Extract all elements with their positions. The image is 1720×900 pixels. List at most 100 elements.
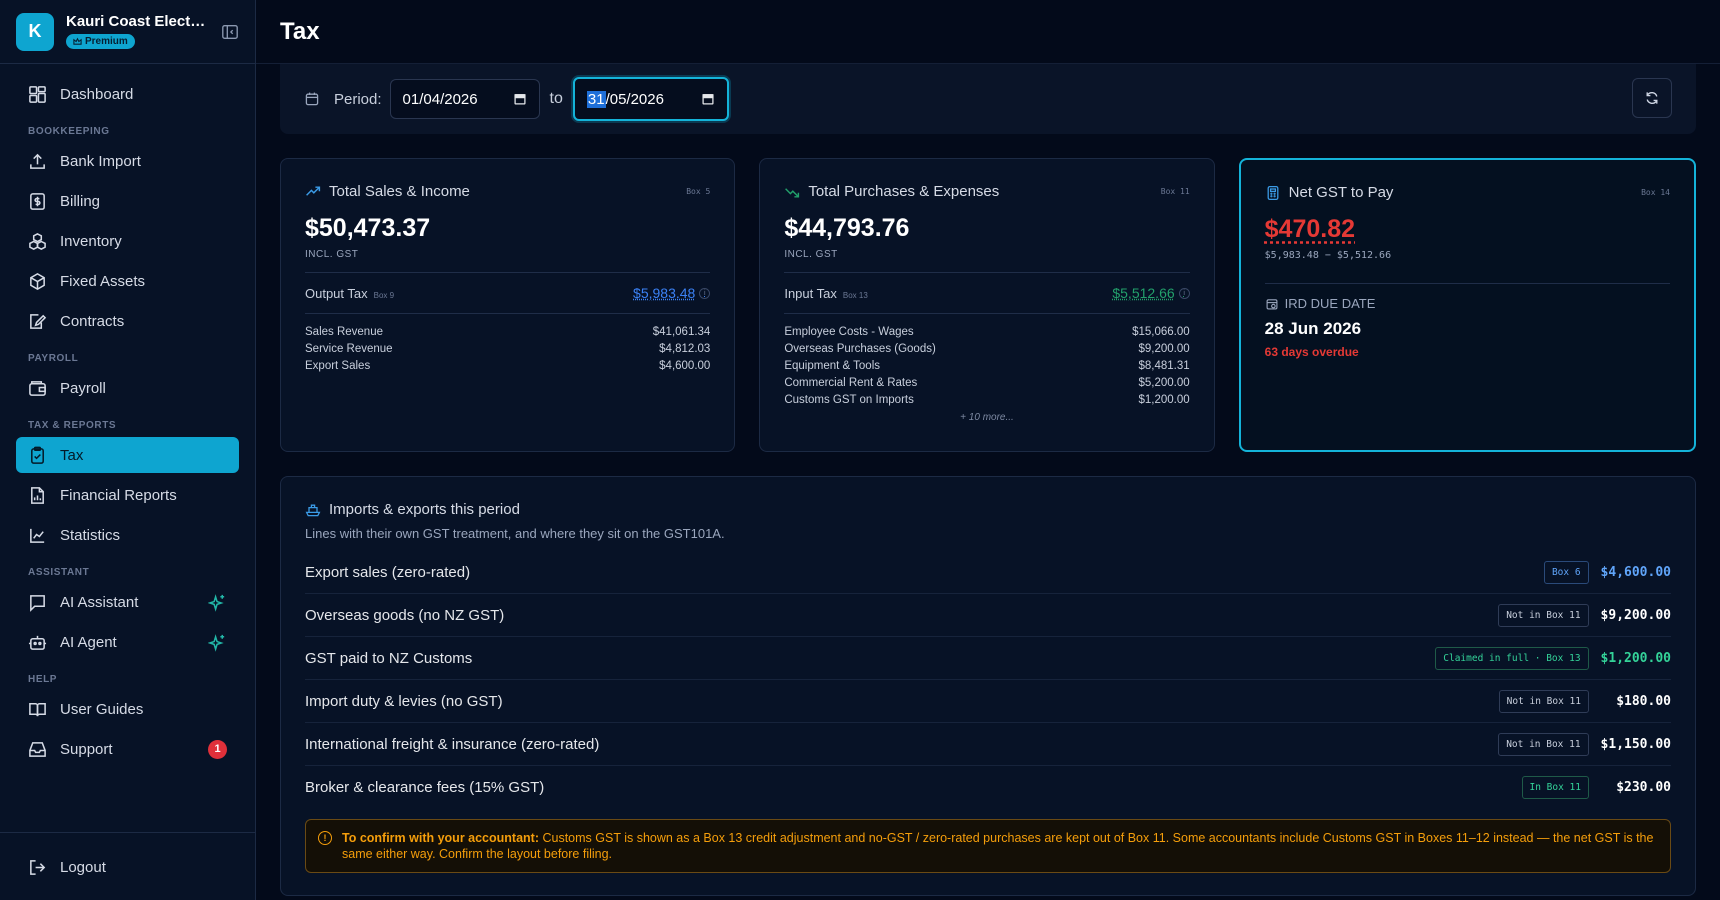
main-content: Tax Period: 01/04/2026 to 31/05/2026 Tot… [256, 0, 1720, 900]
section-payroll: PAYROLL [28, 353, 79, 364]
row-amount: $230.00 [1616, 780, 1671, 795]
selected-day-segment: 31 [586, 90, 606, 108]
line-item: Employee Costs - Wages $15,066.00 [784, 326, 1190, 338]
net-gst-amount[interactable]: $470.82 [1265, 215, 1670, 244]
nav-support[interactable]: Support 1 [16, 731, 239, 767]
input-tax-row: Input Tax Box 13 $5,512.66 i [784, 285, 1190, 301]
nav-fixed-assets[interactable]: Fixed Assets [16, 263, 239, 299]
line-item: Commercial Rent & Rates $5,200.00 [784, 377, 1190, 389]
line-item: Overseas Purchases (Goods) $9,200.00 [784, 343, 1190, 355]
import-export-row: Export sales (zero-rated) Box 6 $4,600.00 [305, 551, 1671, 594]
net-gst-title: Net GST to Pay [1288, 184, 1394, 201]
net-gst-formula: $5,983.48 − $5,512.66 [1264, 250, 1392, 261]
boxes-icon [29, 232, 46, 250]
imports-subtitle: Lines with their own GST treatment, and … [305, 526, 725, 541]
robot-icon [28, 635, 47, 650]
ship-icon [305, 504, 321, 516]
sidebar: K Kauri Coast Electri... Premium Dashboa… [0, 0, 256, 900]
book-icon [29, 702, 46, 716]
line-item: Equipment & Tools $8,481.31 [784, 360, 1190, 372]
period-label: Period: [334, 90, 382, 108]
nav-inventory[interactable]: Inventory [16, 223, 239, 259]
sales-title: Total Sales & Income [329, 183, 470, 200]
sales-total: $50,473.37 [305, 214, 431, 242]
row-amount: $4,600.00 [1600, 564, 1671, 580]
line-chart-icon [30, 528, 45, 543]
row-label: Overseas goods (no NZ GST) [305, 606, 505, 624]
support-count-badge: 1 [208, 739, 227, 759]
trending-up-icon [306, 185, 321, 196]
purchases-total: $44,793.76 [784, 214, 910, 242]
calendar-clock-icon [1266, 298, 1278, 309]
alert-circle-icon: ! [318, 831, 332, 845]
wallet-icon [29, 380, 46, 396]
refresh-button[interactable] [1632, 78, 1672, 118]
output-tax-value[interactable]: $5,983.48 i [633, 285, 711, 301]
section-assistant: ASSISTANT [28, 567, 90, 578]
org-header: K Kauri Coast Electri... Premium [0, 0, 255, 64]
collapse-sidebar-icon[interactable] [221, 23, 239, 41]
sales-lines: Sales Revenue $41,061.34 Service Revenue $4… [305, 326, 710, 372]
import-export-row: Broker & clearance fees (15% GST) In Box … [305, 766, 1671, 809]
page-title: Tax [280, 17, 320, 45]
nav-statistics[interactable]: Statistics [16, 517, 239, 553]
row-amount: $180.00 [1616, 693, 1671, 709]
org-name[interactable]: Kauri Coast Electri... [66, 13, 206, 30]
row-label: Broker & clearance fees (15% GST) [305, 779, 545, 796]
sparkle-icon [208, 593, 225, 612]
sparkle-icon [208, 633, 225, 652]
output-tax-row: Output Tax Box 9 $5,983.48 i [305, 285, 711, 301]
purchases-box-tag: Box 11 [1160, 187, 1190, 196]
report-icon [31, 486, 44, 504]
sales-incl-gst: INCL. GST [305, 249, 359, 260]
nav-bank-import[interactable]: Bank Import [16, 143, 239, 179]
nav-tax[interactable]: Tax [16, 437, 239, 473]
box-tag: Not in Box 11 [1498, 603, 1589, 627]
period-from-input[interactable]: 01/04/2026 [389, 79, 540, 119]
row-amount: $9,200.00 [1600, 607, 1671, 623]
calendar-picker-icon[interactable] [701, 92, 715, 106]
row-label: International freight & insurance (zero-… [305, 735, 600, 753]
period-to-input[interactable]: 31/05/2026 [572, 77, 729, 121]
nav-ai-agent[interactable]: AI Agent [16, 624, 239, 660]
calendar-icon [305, 92, 319, 106]
section-tax-reports: TAX & REPORTS [28, 420, 117, 431]
calculator-icon [1267, 185, 1279, 200]
line-item: Service Revenue $4,812.03 [305, 343, 711, 355]
sales-card: Total Sales & Income Box 5 $50,473.37 IN… [280, 158, 736, 452]
main-nav: Dashboard BOOKKEEPING Bank Import Billin… [0, 64, 255, 767]
crown-icon [73, 37, 82, 45]
info-icon[interactable]: i [1178, 287, 1190, 299]
box-tag: Claimed in full · Box 13 [1435, 646, 1589, 670]
input-tax-value[interactable]: $5,512.66 i [1112, 285, 1190, 301]
info-icon[interactable]: i [699, 287, 711, 299]
trending-down-icon [785, 187, 800, 198]
accountant-notice: ! To confirm with your accountant: Custo… [305, 819, 1671, 873]
nav-ai-assistant[interactable]: AI Assistant [16, 584, 239, 620]
row-label: Import duty & levies (no GST) [305, 692, 503, 710]
imports-rows: Export sales (zero-rated) Box 6 $4,600.00 O… [305, 551, 1671, 809]
refresh-icon [1646, 91, 1658, 105]
row-label: Export sales (zero-rated) [305, 563, 471, 581]
imports-title: Imports & exports this period [329, 501, 520, 518]
dashboard-icon [29, 85, 46, 103]
ird-due-date: 28 Jun 2026 [1264, 319, 1362, 338]
sales-box-tag: Box 5 [686, 187, 711, 196]
import-export-row: International freight & insurance (zero-… [305, 723, 1671, 766]
logout-button[interactable]: Logout [16, 849, 239, 885]
import-export-row: Overseas goods (no NZ GST) Not in Box 11 $… [305, 594, 1671, 637]
inbox-icon [29, 741, 46, 757]
nav-contracts[interactable]: Contracts [16, 303, 239, 339]
purchases-incl-gst: INCL. GST [784, 249, 838, 260]
calendar-picker-icon[interactable] [513, 92, 527, 106]
nav-dashboard[interactable]: Dashboard [16, 76, 239, 112]
nav-payroll[interactable]: Payroll [16, 370, 239, 406]
nav-billing[interactable]: Billing [16, 183, 239, 219]
line-item: Sales Revenue $41,061.34 [305, 326, 711, 338]
logout-icon [30, 859, 46, 875]
nav-user-guides[interactable]: User Guides [16, 691, 239, 727]
nav-financial-reports[interactable]: Financial Reports [16, 477, 239, 513]
row-label: GST paid to NZ Customs [305, 649, 473, 667]
row-amount: $1,150.00 [1600, 736, 1671, 752]
more-lines-link[interactable]: + 10 more... [784, 412, 1189, 423]
